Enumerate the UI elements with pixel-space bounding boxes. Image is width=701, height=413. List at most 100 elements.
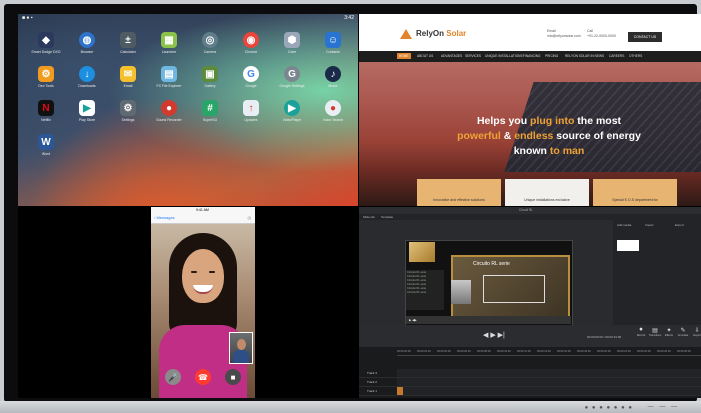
- nav-unique-installations[interactable]: UNIQUE INSTALLATIONS: [485, 54, 523, 58]
- app-smart-dodge-dxg[interactable]: ◆ Smart Dodge DXG: [26, 32, 66, 54]
- app-settings[interactable]: ⚙ Settings: [108, 100, 148, 122]
- nav-others[interactable]: OTHERS: [629, 54, 642, 58]
- tool-export[interactable]: ⇩ Export: [690, 327, 701, 343]
- end-call-button[interactable]: ☎: [195, 369, 211, 385]
- ruler-label: 00:00:16:00: [557, 350, 571, 353]
- nav-home[interactable]: HOME: [397, 53, 411, 59]
- game-icon: ◆: [38, 32, 54, 48]
- site-navigation: HOME ABOUT US ADVANTAGES SERVICES UNIQUE INS…: [359, 51, 701, 62]
- contact-us-button[interactable]: CONTACT US: [628, 32, 662, 42]
- app-calculator[interactable]: ± Calculator: [108, 32, 148, 54]
- video-icon: ▶: [284, 100, 300, 116]
- camera-toggle-button[interactable]: ■: [225, 369, 241, 385]
- slide-thumbnail[interactable]: [409, 242, 435, 262]
- front-panel-indicators: — — —: [647, 404, 679, 410]
- front-panel-buttons[interactable]: ● ● ● ● ● ● ●: [585, 405, 633, 411]
- app-email[interactable]: ✉ Email: [108, 66, 148, 88]
- app-google-settings[interactable]: G Google Settings: [272, 66, 312, 88]
- app-videoplayer[interactable]: ▶ VideoPlayer: [272, 100, 312, 122]
- playback-controls: ◀ ▶ ▶| 00:00:00:00 / 00:00:21:00 ⏺ Record…: [359, 325, 701, 347]
- site-logo-text[interactable]: RelyOn Solar: [416, 29, 466, 38]
- app-camera[interactable]: ◎ Camera: [190, 32, 230, 54]
- folder-icon: ▤: [161, 66, 177, 82]
- app-play-store[interactable]: ▶ Play Store: [67, 100, 107, 122]
- app-downloads[interactable]: ↓ Downloads: [67, 66, 107, 88]
- tool-record[interactable]: ⏺ Record: [634, 327, 648, 343]
- app-cube[interactable]: ⬢ Cube: [272, 32, 312, 54]
- app-label: Browser: [80, 50, 94, 54]
- slide-playback-bar[interactable]: ▶ ◀▶: [406, 316, 571, 324]
- tab-slide[interactable]: Slide tab: [363, 215, 375, 219]
- app-label: Smart Dodge DXG: [31, 50, 61, 54]
- download-icon: ↓: [79, 66, 95, 82]
- app-supersu[interactable]: # SuperSU: [190, 100, 230, 122]
- contact-email[interactable]: Email info@relyonsolar.com: [547, 29, 581, 39]
- slide-list-item[interactable]: Circuito RL serie: [407, 291, 443, 295]
- app-launcher[interactable]: ▦ Launcher: [149, 32, 189, 54]
- hang-up-icon: ☎: [198, 372, 208, 382]
- timeline-ruler[interactable]: 00:00:00:00 00:00:02:00 00:00:04:00 00:00:0…: [397, 350, 701, 356]
- relyon-logo-icon[interactable]: [400, 29, 412, 39]
- tool-annotate[interactable]: ✎ Annotate: [676, 327, 690, 343]
- app-label: Chrome: [244, 50, 258, 54]
- app-contacts[interactable]: ☺ Contacts: [313, 32, 353, 54]
- media-export[interactable]: Export: [675, 223, 684, 227]
- play-small-icon[interactable]: ▶ ◀▶: [409, 318, 417, 322]
- launcher-icon: ▦: [161, 32, 177, 48]
- tab-template[interactable]: Template: [381, 215, 393, 219]
- app-google[interactable]: G Google: [231, 66, 271, 88]
- feature-card-2[interactable]: Unique installations exclusive: [505, 179, 589, 206]
- timeline-track-1[interactable]: Track 1: [359, 387, 701, 396]
- app-updates[interactable]: ↑ Updates: [231, 100, 271, 122]
- app-label: Google: [245, 84, 257, 88]
- hero-tagline: Helps you plug into the most powerful & …: [457, 115, 641, 157]
- app-word[interactable]: W Word: [26, 134, 66, 156]
- self-view-body: [233, 350, 249, 363]
- app-label: Settings: [121, 118, 135, 122]
- microphone-icon: ●: [161, 100, 177, 116]
- nav-advantages[interactable]: ADVANTAGES: [441, 54, 462, 58]
- app-gallery[interactable]: ▣ Gallery: [190, 66, 230, 88]
- app-sound-recorder[interactable]: ● Sound Recorder: [149, 100, 189, 122]
- media-item-thumbnail[interactable]: [617, 240, 639, 251]
- playback-buttons[interactable]: ◀ ▶ ▶|: [483, 331, 505, 339]
- messages-back-button[interactable]: ‹ Messages: [154, 215, 175, 220]
- mute-button[interactable]: 🎤: [165, 369, 181, 385]
- tool-effects[interactable]: ✦ Effects: [662, 327, 676, 343]
- nav-services[interactable]: SERVICES: [465, 54, 481, 58]
- app-label: Launcher: [161, 50, 177, 54]
- app-netflix[interactable]: N Netflix: [26, 100, 66, 122]
- nav-financing[interactable]: FINANCING: [523, 54, 541, 58]
- media-add[interactable]: Add media: [617, 223, 631, 227]
- nav-about-us[interactable]: ABOUT US: [417, 54, 433, 58]
- track-lane[interactable]: [397, 378, 701, 386]
- nav-pricing[interactable]: PRICING: [545, 54, 558, 58]
- phone-screen: 9:41 AM ‹ Messages (i) 🎤 ☎ ■: [151, 207, 255, 398]
- nav-careers[interactable]: CAREERS: [609, 54, 624, 58]
- track-lane[interactable]: [397, 369, 701, 377]
- app-dev-tools[interactable]: ⚙ Dev Tools: [26, 66, 66, 88]
- app-music[interactable]: ♪ Music: [313, 66, 353, 88]
- track-lane[interactable]: [397, 387, 701, 395]
- caller-face: [182, 249, 224, 303]
- app-fx-file-explorer[interactable]: ▤ FX File Explorer: [149, 66, 189, 88]
- tool-transitions[interactable]: ▤ Transitions: [648, 327, 662, 343]
- timeline-clip[interactable]: [397, 387, 403, 395]
- info-icon[interactable]: (i): [247, 215, 251, 220]
- timeline-track-3[interactable]: Track 3: [359, 369, 701, 378]
- app-voice-search[interactable]: ● Voice Search: [313, 100, 353, 122]
- hash-icon: #: [202, 100, 218, 116]
- app-label: Word: [41, 152, 51, 156]
- timeline-track-2[interactable]: Track 2: [359, 378, 701, 387]
- circuit-wire: [483, 275, 545, 303]
- media-import[interactable]: Import: [645, 223, 654, 227]
- app-chrome[interactable]: ◉ Chrome: [231, 32, 271, 54]
- app-label: Play Store: [78, 118, 96, 122]
- nav-relyon-solar-in-news[interactable]: RELYON SOLAR IN NEWS: [565, 54, 604, 58]
- feature-card-1[interactable]: Innovative and effective solutions: [417, 179, 501, 206]
- feature-card-3[interactable]: Special E.O.S department for: [593, 179, 677, 206]
- app-label: Voice Search: [322, 118, 344, 122]
- contact-phone[interactable]: Call +91-22-0000-0000: [587, 29, 616, 39]
- app-browser[interactable]: ◍ Browser: [67, 32, 107, 54]
- self-view-pip[interactable]: [229, 332, 253, 364]
